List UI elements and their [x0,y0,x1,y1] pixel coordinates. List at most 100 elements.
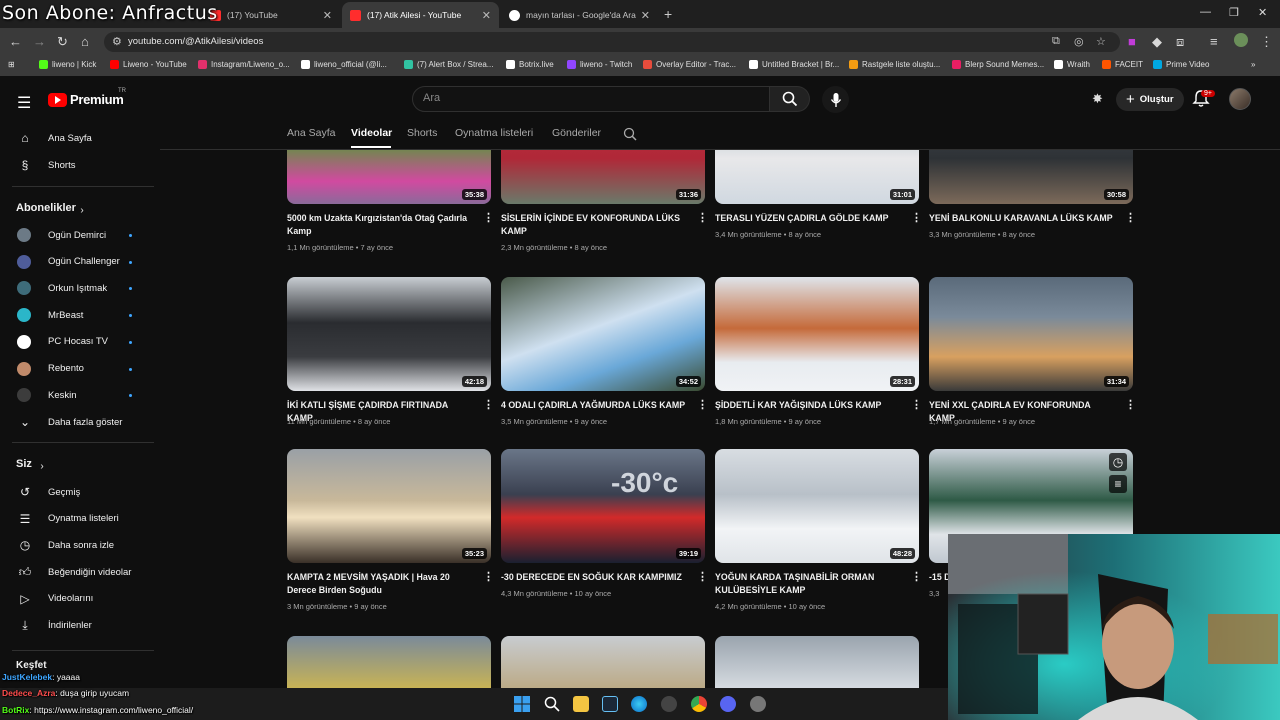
steam-icon[interactable] [602,696,618,712]
video-thumbnail[interactable] [287,636,491,688]
video-title[interactable]: 4 ODALI ÇADIRLA YAĞMURDA LÜKS KAMP [501,399,687,412]
discord-icon[interactable] [720,696,736,712]
video-title[interactable]: TERASLI YÜZEN ÇADIRLA GÖLDE KAMP [715,212,901,225]
extensions-puzzle-icon[interactable]: ⧈ [1176,34,1184,50]
bookmark-item[interactable]: Blerp Sound Memes... [952,60,1044,69]
tab-search-icon[interactable]: ≡ [1210,34,1218,49]
search-button[interactable] [770,86,810,112]
obs-icon[interactable] [661,696,677,712]
sidebar-subscription[interactable]: Orkun Işıtmak [0,275,154,301]
sidebar-subscription[interactable]: Ogün Demirci [0,222,154,248]
close-tab-icon[interactable]: ✕ [482,9,491,22]
menu-hamburger-icon[interactable]: ☰ [17,93,31,113]
video-menu-icon[interactable]: ⋮ [483,211,494,224]
video-thumbnail[interactable] [501,636,705,688]
eye-off-icon[interactable]: ◎ [1074,35,1084,48]
video-thumbnail[interactable]: 35:23 [287,449,491,563]
premium-gift-icon[interactable]: ✸ [1092,91,1103,107]
browser-tab-active[interactable]: (17) Atik Ailesi - YouTube ✕ [342,2,499,28]
video-thumbnail[interactable]: 28:31 [715,277,919,391]
extension-icon[interactable]: ◆ [1152,34,1162,50]
browser-tab[interactable]: mayın tarlası - Google'da Ara ✕ [501,2,658,28]
edge-icon[interactable] [631,696,647,712]
tab-shorts[interactable]: Shorts [407,127,437,139]
tab-videos[interactable]: Videolar [351,127,392,139]
video-menu-icon[interactable]: ⋮ [1125,398,1136,411]
bookmark-item[interactable]: Overlay Editor - Trac... [643,60,736,69]
video-thumbnail[interactable]: 34:52 [501,277,705,391]
close-tab-icon[interactable]: ✕ [641,9,650,22]
video-menu-icon[interactable]: ⋮ [483,570,494,583]
watch-later-icon[interactable]: ◷ [1109,453,1127,471]
sidebar-item[interactable]: ▷ Videolarını [0,586,154,612]
more-bookmarks-icon[interactable]: » [1251,60,1255,69]
extension-icon[interactable]: ■ [1128,34,1136,49]
bookmark-item[interactable]: liweno - Twitch [567,60,632,69]
add-to-queue-icon[interactable]: ≡ [1109,475,1127,493]
sidebar-subscription[interactable]: Ogün Challenger [0,249,154,275]
tab-posts[interactable]: Gönderiler [552,127,601,139]
tab-playlists[interactable]: Oynatma listeleri [455,127,533,139]
video-thumbnail[interactable]: 31:36 [501,150,705,204]
address-bar[interactable]: ⚙ youtube.com/@AtikAilesi/videos ⧉ ◎ ☆ [104,32,1120,52]
taskbar-search-icon[interactable] [544,696,560,712]
sidebar-item-home[interactable]: ⌂ Ana Sayfa [0,125,154,151]
menu-kebab-icon[interactable]: ⋮ [1260,34,1273,50]
install-icon[interactable]: ⧉ [1052,35,1060,48]
sidebar-item[interactable]: ⤓ İndirilenler [0,613,154,639]
back-icon[interactable]: ← [9,34,22,49]
apps-grid-icon[interactable]: ⊞ [8,60,15,69]
close-tab-icon[interactable]: ✕ [323,9,332,22]
sidebar-item-shorts[interactable]: § Shorts [0,152,154,178]
maximize-window-button[interactable]: ❐ [1229,6,1239,19]
bookmark-item[interactable]: (7) Alert Box / Strea... [404,60,493,69]
chrome-icon[interactable] [691,696,707,712]
video-title[interactable]: SİSLERİN İÇİNDE EV KONFORUNDA LÜKS KAMP [501,212,687,238]
video-thumbnail[interactable] [715,636,919,688]
voice-search-button[interactable] [822,86,849,113]
video-title[interactable]: -30 DERECEDE EN SOĞUK KAR KAMPIMIZ [501,571,687,584]
forward-icon[interactable]: → [33,34,46,49]
sidebar-item[interactable]: 👍︎ Beğendiğin videolar [0,559,154,585]
reload-icon[interactable]: ↻ [57,34,68,50]
bookmark-item[interactable]: Prime Video [1153,60,1209,69]
you-header[interactable]: Siz › [0,452,154,478]
bookmark-item[interactable]: FACEIT [1102,60,1143,69]
bookmark-item[interactable]: Wraith [1054,60,1090,69]
sidebar-subscription[interactable]: MrBeast [0,302,154,328]
profile-avatar[interactable] [1234,33,1248,47]
video-menu-icon[interactable]: ⋮ [697,398,708,411]
bookmark-star-icon[interactable]: ☆ [1096,35,1106,48]
video-thumbnail[interactable]: 42:18 [287,277,491,391]
subscriptions-header[interactable]: Abonelikler › [0,196,154,222]
channel-search-icon[interactable] [623,127,637,141]
sidebar-item[interactable]: ☰ Oynatma listeleri [0,506,154,532]
bookmark-item[interactable]: liweno_official (@li... [301,60,387,69]
bookmark-item[interactable]: Liweno - YouTube [110,60,187,69]
video-menu-icon[interactable]: ⋮ [1125,211,1136,224]
video-menu-icon[interactable]: ⋮ [911,211,922,224]
windows-start-icon[interactable] [514,696,530,712]
show-more-button[interactable]: ⌄ Daha fazla göster [0,409,154,435]
video-thumbnail[interactable]: 31:34 [929,277,1133,391]
video-title[interactable]: ŞİDDETLİ KAR YAĞIŞINDA LÜKS KAMP [715,399,901,412]
sidebar-subscription[interactable]: PC Hocası TV [0,329,154,355]
site-info-icon[interactable]: ⚙ [112,35,122,48]
video-menu-icon[interactable]: ⋮ [697,211,708,224]
video-thumbnail[interactable]: 35:38 [287,150,491,204]
settings-gear-icon[interactable] [750,696,766,712]
close-window-button[interactable]: ✕ [1258,6,1267,19]
sidebar-item[interactable]: ◷ Daha sonra izle [0,532,154,558]
video-menu-icon[interactable]: ⋮ [911,570,922,583]
video-menu-icon[interactable]: ⋮ [697,570,708,583]
video-menu-icon[interactable]: ⋮ [911,398,922,411]
tab-home[interactable]: Ana Sayfa [287,127,335,139]
account-avatar[interactable] [1229,88,1251,110]
home-icon[interactable]: ⌂ [81,34,89,49]
bookmark-item[interactable]: Instagram/Liweno_o... [198,60,290,69]
video-menu-icon[interactable]: ⋮ [483,398,494,411]
video-thumbnail[interactable]: 31:01 [715,150,919,204]
sidebar-subscription[interactable]: Keskin [0,382,154,408]
search-input[interactable] [423,92,753,104]
search-box[interactable] [412,86,770,112]
